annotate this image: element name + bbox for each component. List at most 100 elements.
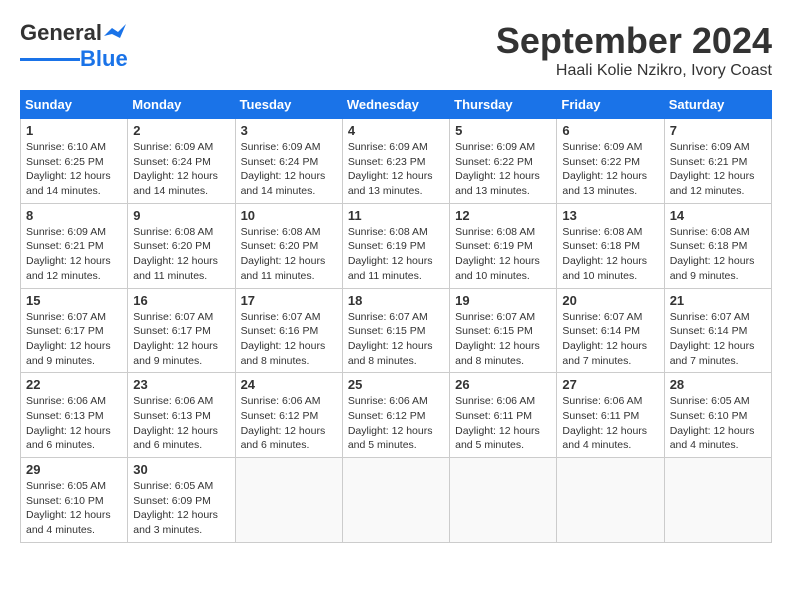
- empty-cell: [450, 458, 557, 543]
- day-info-4: Sunrise: 6:09 AMSunset: 6:23 PMDaylight:…: [348, 140, 444, 199]
- calendar-header-row: Sunday Monday Tuesday Wednesday Thursday…: [21, 91, 772, 119]
- day-cell-21: 21 Sunrise: 6:07 AMSunset: 6:14 PMDayligh…: [664, 288, 771, 373]
- day-number-21: 21: [670, 293, 766, 308]
- day-info-13: Sunrise: 6:08 AMSunset: 6:18 PMDaylight:…: [562, 225, 658, 284]
- day-cell-22: 22 Sunrise: 6:06 AMSunset: 6:13 PMDayligh…: [21, 373, 128, 458]
- day-info-30: Sunrise: 6:05 AMSunset: 6:09 PMDaylight:…: [133, 479, 229, 538]
- day-info-15: Sunrise: 6:07 AMSunset: 6:17 PMDaylight:…: [26, 310, 122, 369]
- day-number-10: 10: [241, 208, 337, 223]
- day-info-21: Sunrise: 6:07 AMSunset: 6:14 PMDaylight:…: [670, 310, 766, 369]
- col-monday: Monday: [128, 91, 235, 119]
- calendar-week-2: 8 Sunrise: 6:09 AMSunset: 6:21 PMDaylight…: [21, 203, 772, 288]
- day-cell-19: 19 Sunrise: 6:07 AMSunset: 6:15 PMDayligh…: [450, 288, 557, 373]
- day-cell-23: 23 Sunrise: 6:06 AMSunset: 6:13 PMDayligh…: [128, 373, 235, 458]
- day-info-23: Sunrise: 6:06 AMSunset: 6:13 PMDaylight:…: [133, 394, 229, 453]
- day-number-19: 19: [455, 293, 551, 308]
- day-info-25: Sunrise: 6:06 AMSunset: 6:12 PMDaylight:…: [348, 394, 444, 453]
- empty-cell: [557, 458, 664, 543]
- day-info-27: Sunrise: 6:06 AMSunset: 6:11 PMDaylight:…: [562, 394, 658, 453]
- day-number-8: 8: [26, 208, 122, 223]
- day-info-5: Sunrise: 6:09 AMSunset: 6:22 PMDaylight:…: [455, 140, 551, 199]
- col-thursday: Thursday: [450, 91, 557, 119]
- day-info-10: Sunrise: 6:08 AMSunset: 6:20 PMDaylight:…: [241, 225, 337, 284]
- day-cell-27: 27 Sunrise: 6:06 AMSunset: 6:11 PMDayligh…: [557, 373, 664, 458]
- day-info-26: Sunrise: 6:06 AMSunset: 6:11 PMDaylight:…: [455, 394, 551, 453]
- col-wednesday: Wednesday: [342, 91, 449, 119]
- day-number-6: 6: [562, 123, 658, 138]
- day-cell-10: 10 Sunrise: 6:08 AMSunset: 6:20 PMDayligh…: [235, 203, 342, 288]
- day-number-13: 13: [562, 208, 658, 223]
- day-cell-3: 3 Sunrise: 6:09 AMSunset: 6:24 PMDaylight…: [235, 119, 342, 204]
- day-info-14: Sunrise: 6:08 AMSunset: 6:18 PMDaylight:…: [670, 225, 766, 284]
- day-cell-20: 20 Sunrise: 6:07 AMSunset: 6:14 PMDayligh…: [557, 288, 664, 373]
- day-info-1: Sunrise: 6:10 AMSunset: 6:25 PMDaylight:…: [26, 140, 122, 199]
- day-info-20: Sunrise: 6:07 AMSunset: 6:14 PMDaylight:…: [562, 310, 658, 369]
- calendar-week-4: 22 Sunrise: 6:06 AMSunset: 6:13 PMDayligh…: [21, 373, 772, 458]
- day-number-15: 15: [26, 293, 122, 308]
- day-number-20: 20: [562, 293, 658, 308]
- day-number-9: 9: [133, 208, 229, 223]
- col-saturday: Saturday: [664, 91, 771, 119]
- day-info-11: Sunrise: 6:08 AMSunset: 6:19 PMDaylight:…: [348, 225, 444, 284]
- day-cell-7: 7Sunrise: 6:09 AMSunset: 6:21 PMDaylight…: [664, 119, 771, 204]
- day-cell-4: 4 Sunrise: 6:09 AMSunset: 6:23 PMDaylight…: [342, 119, 449, 204]
- day-info-22: Sunrise: 6:06 AMSunset: 6:13 PMDaylight:…: [26, 394, 122, 453]
- day-number-2: 2: [133, 123, 229, 138]
- title-section: September 2024 Haali Kolie Nzikro, Ivory…: [496, 20, 772, 80]
- day-cell-30: 30 Sunrise: 6:05 AMSunset: 6:09 PMDayligh…: [128, 458, 235, 543]
- day-cell-16: 16 Sunrise: 6:07 AMSunset: 6:17 PMDayligh…: [128, 288, 235, 373]
- day-cell-5: 5 Sunrise: 6:09 AMSunset: 6:22 PMDaylight…: [450, 119, 557, 204]
- day-info-2: Sunrise: 6:09 AMSunset: 6:24 PMDaylight:…: [133, 140, 229, 199]
- day-number-5: 5: [455, 123, 551, 138]
- day-number-4: 4: [348, 123, 444, 138]
- day-info-29: Sunrise: 6:05 AMSunset: 6:10 PMDaylight:…: [26, 479, 122, 538]
- day-info-17: Sunrise: 6:07 AMSunset: 6:16 PMDaylight:…: [241, 310, 337, 369]
- day-number-30: 30: [133, 462, 229, 477]
- day-cell-13: 13 Sunrise: 6:08 AMSunset: 6:18 PMDayligh…: [557, 203, 664, 288]
- day-cell-17: 17Sunrise: 6:07 AMSunset: 6:16 PMDayligh…: [235, 288, 342, 373]
- day-number-28: 28: [670, 377, 766, 392]
- day-info-6: Sunrise: 6:09 AMSunset: 6:22 PMDaylight:…: [562, 140, 658, 199]
- day-info-3: Sunrise: 6:09 AMSunset: 6:24 PMDaylight:…: [241, 140, 337, 199]
- day-info-8: Sunrise: 6:09 AMSunset: 6:21 PMDaylight:…: [26, 225, 122, 284]
- day-info-19: Sunrise: 6:07 AMSunset: 6:15 PMDaylight:…: [455, 310, 551, 369]
- day-number-24: 24: [241, 377, 337, 392]
- day-number-29: 29: [26, 462, 122, 477]
- day-number-23: 23: [133, 377, 229, 392]
- calendar-week-5: 29 Sunrise: 6:05 AMSunset: 6:10 PMDayligh…: [21, 458, 772, 543]
- day-number-27: 27: [562, 377, 658, 392]
- day-number-12: 12: [455, 208, 551, 223]
- day-number-18: 18: [348, 293, 444, 308]
- empty-cell: [664, 458, 771, 543]
- logo-bird-icon: [104, 24, 126, 42]
- day-info-7: Sunrise: 6:09 AMSunset: 6:21 PMDaylight:…: [670, 140, 766, 199]
- day-info-12: Sunrise: 6:08 AMSunset: 6:19 PMDaylight:…: [455, 225, 551, 284]
- empty-cell: [235, 458, 342, 543]
- day-cell-26: 26 Sunrise: 6:06 AMSunset: 6:11 PMDayligh…: [450, 373, 557, 458]
- col-sunday: Sunday: [21, 91, 128, 119]
- day-cell-11: 11 Sunrise: 6:08 AMSunset: 6:19 PMDayligh…: [342, 203, 449, 288]
- day-cell-1: 1Sunrise: 6:10 AMSunset: 6:25 PMDaylight…: [21, 119, 128, 204]
- day-cell-28: 28 Sunrise: 6:05 AMSunset: 6:10 PMDayligh…: [664, 373, 771, 458]
- day-cell-25: 25 Sunrise: 6:06 AMSunset: 6:12 PMDayligh…: [342, 373, 449, 458]
- day-cell-24: 24Sunrise: 6:06 AMSunset: 6:12 PMDayligh…: [235, 373, 342, 458]
- day-cell-9: 9Sunrise: 6:08 AMSunset: 6:20 PMDaylight…: [128, 203, 235, 288]
- logo-general: General: [20, 20, 102, 46]
- day-cell-14: 14 Sunrise: 6:08 AMSunset: 6:18 PMDayligh…: [664, 203, 771, 288]
- day-number-22: 22: [26, 377, 122, 392]
- day-info-28: Sunrise: 6:05 AMSunset: 6:10 PMDaylight:…: [670, 394, 766, 453]
- day-number-16: 16: [133, 293, 229, 308]
- calendar-week-3: 15 Sunrise: 6:07 AMSunset: 6:17 PMDayligh…: [21, 288, 772, 373]
- day-number-26: 26: [455, 377, 551, 392]
- day-number-3: 3: [241, 123, 337, 138]
- logo: General Blue: [20, 20, 128, 72]
- day-cell-6: 6 Sunrise: 6:09 AMSunset: 6:22 PMDaylight…: [557, 119, 664, 204]
- page-header: General Blue September 2024 Haali Kolie …: [20, 20, 772, 80]
- day-number-14: 14: [670, 208, 766, 223]
- day-number-25: 25: [348, 377, 444, 392]
- day-cell-18: 18Sunrise: 6:07 AMSunset: 6:15 PMDayligh…: [342, 288, 449, 373]
- day-number-11: 11: [348, 208, 444, 223]
- month-title: September 2024: [496, 20, 772, 62]
- calendar-table: Sunday Monday Tuesday Wednesday Thursday…: [20, 90, 772, 543]
- day-info-16: Sunrise: 6:07 AMSunset: 6:17 PMDaylight:…: [133, 310, 229, 369]
